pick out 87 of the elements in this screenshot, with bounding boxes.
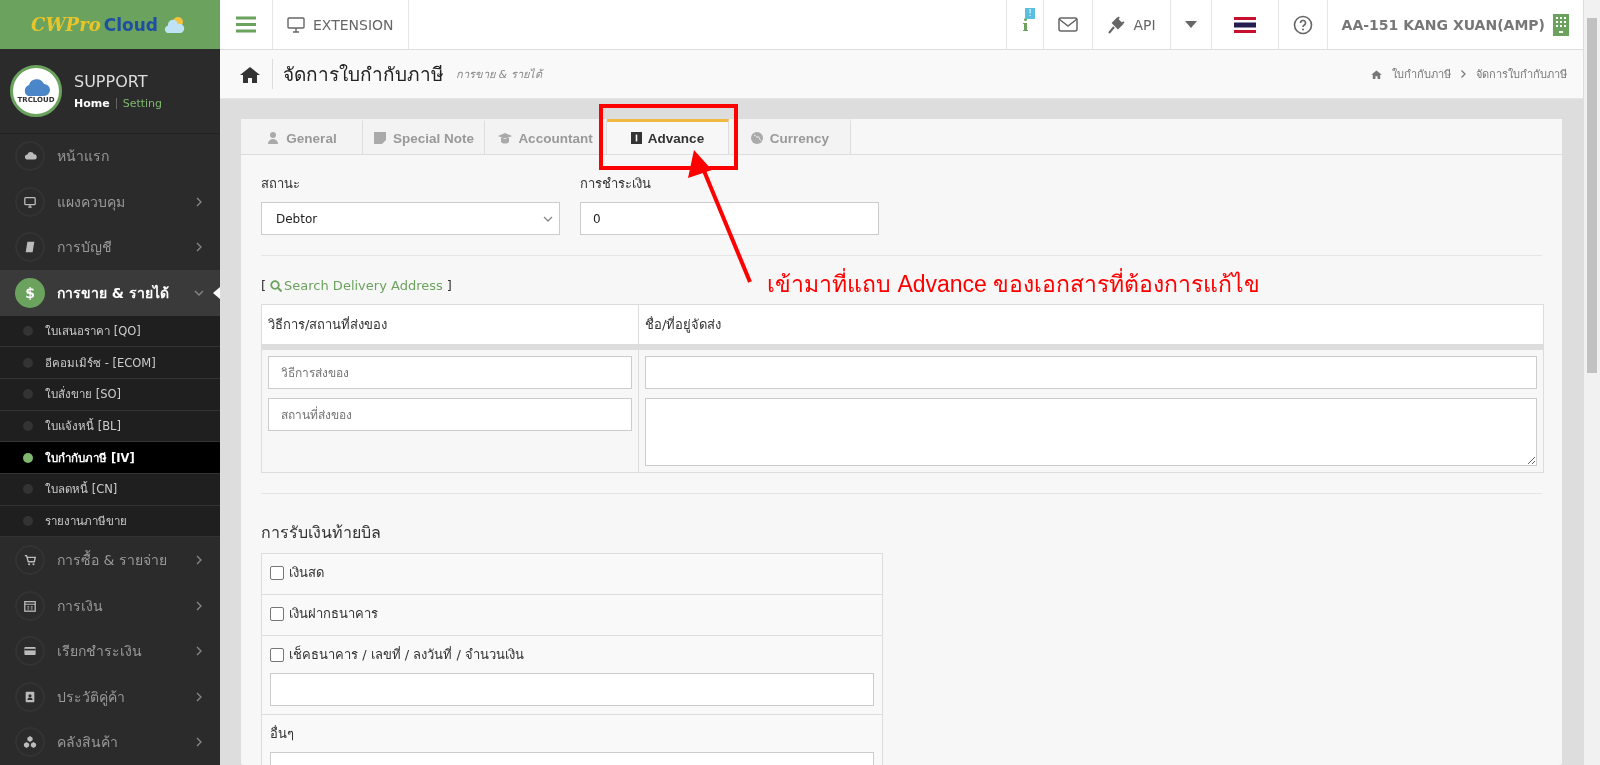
search-delivery-link[interactable]: Search Delivery Address (270, 278, 443, 293)
person-icon (266, 131, 281, 145)
menu-icon (15, 727, 45, 758)
option-label: เงินฝากธนาคาร (289, 605, 378, 623)
submenu-item[interactable]: ใบเสนอราคา [QO] (0, 315, 220, 348)
sidebar-item[interactable]: $ การขาย & รายได้ (0, 270, 220, 316)
search-icon (270, 279, 283, 292)
submenu-item[interactable]: ใบลดหนี้ [CN] (0, 474, 220, 506)
dollar-icon: $ (15, 277, 45, 308)
notification-badge: ! (1025, 8, 1035, 19)
building-icon (1553, 13, 1569, 36)
caret-icon (1184, 21, 1197, 28)
menu-icon (15, 590, 45, 621)
chevron-icon (194, 691, 204, 702)
menu-icon (15, 141, 45, 172)
info-icon (1022, 18, 1028, 31)
submenu-item[interactable]: ใบแจ้งหนี้ [BL] (0, 410, 220, 443)
monitor-icon (287, 16, 305, 33)
address-field[interactable] (645, 398, 1537, 466)
sidebar-item[interactable]: เรียกชำระเงิน (0, 628, 220, 674)
annotation-text: เข้ามาที่แถบ Advance ของเอกสารที่ต้องการแก้ไข (767, 266, 1261, 302)
submenu-item[interactable]: รายงานภาษีขาย (0, 505, 220, 538)
home-link[interactable]: Home (74, 97, 110, 111)
field-label: การชำระเงิน (580, 175, 652, 193)
menu-icon (236, 16, 256, 33)
graduation-cap-icon (498, 131, 513, 145)
home-icon[interactable] (240, 65, 260, 83)
chevron-icon (194, 196, 204, 207)
menu-icon (15, 186, 45, 217)
note-icon (373, 131, 387, 145)
api-button[interactable]: API (1093, 0, 1171, 49)
field-label: สถานะ (261, 175, 301, 193)
menu-icon (15, 681, 45, 712)
sidebar-item[interactable]: การบัญชี (0, 224, 220, 271)
submenu-item[interactable]: ใบสั่งขาย [SO] (0, 379, 220, 411)
setting-link[interactable]: Setting (122, 97, 163, 111)
info-icon (630, 132, 642, 144)
sidebar-item[interactable]: แผงควบคุม (0, 179, 220, 225)
app-logo[interactable]: CWPro Cloud (0, 0, 220, 50)
extension-button[interactable]: EXTENSION (273, 0, 409, 49)
scrollbar[interactable] (1583, 0, 1600, 765)
breadcrumb-link[interactable]: ใบกำกับภาษี (1392, 65, 1451, 83)
chevron-icon (194, 242, 204, 253)
input-field[interactable] (270, 673, 874, 706)
page-title: จัดการใบกำกับภาษี (272, 59, 444, 89)
bracket: ] (446, 278, 452, 293)
option-label: เช็คธนาคาร / เลขที่ / ลงวันที่ / จำนวนเงิน (289, 644, 524, 664)
user-name: SUPPORT (74, 72, 149, 92)
bracket: [ (261, 278, 267, 293)
submenu-item[interactable]: อีคอมเมิร์ซ - [ECOM] (0, 347, 220, 379)
breadcrumb-link[interactable]: จัดการใบกำกับภาษี (1476, 65, 1567, 83)
chevron-icon (194, 737, 204, 748)
checkbox[interactable] (270, 606, 284, 621)
chevron-icon (194, 555, 204, 566)
plug-icon (1107, 15, 1126, 34)
sidebar-item[interactable]: การซื้อ & รายจ่าย (0, 537, 220, 583)
menu-icon (15, 545, 45, 576)
chevron-icon (1461, 70, 1466, 78)
input-field[interactable] (645, 356, 1537, 389)
page-subtitle: การขาย & รายได้ (456, 67, 542, 83)
menu-icon (15, 232, 45, 263)
sidebar-item[interactable]: คลังสินค้า (0, 719, 220, 765)
section-title: การรับเงินท้ายบิล (261, 522, 382, 544)
flag-icon (1233, 16, 1256, 33)
help-icon (1292, 14, 1313, 35)
sidebar-item[interactable]: การเงิน (0, 582, 220, 629)
input-field[interactable]: วิธีการส่งของ (268, 356, 632, 389)
tab[interactable]: Special Note (363, 119, 485, 154)
checkbox[interactable] (270, 647, 284, 662)
input-field[interactable]: สถานที่ส่งของ (268, 398, 632, 431)
active-indicator (213, 287, 220, 300)
user-menu[interactable]: AA-151 KANG XUAN(AMP) (1327, 0, 1583, 49)
sidebar-item[interactable]: หน้าแรก (0, 133, 220, 180)
sidebar-item[interactable]: ประวัติคู่ค้า (0, 673, 220, 720)
payment-field[interactable]: 0 (580, 202, 879, 235)
tab[interactable]: Advance (607, 119, 729, 154)
globe-icon (749, 131, 764, 145)
home-icon (1371, 69, 1382, 79)
menu-icon (15, 636, 45, 667)
checkbox[interactable] (270, 565, 284, 580)
submenu-item[interactable]: ใบกำกับภาษี [IV] (0, 442, 220, 475)
status-select[interactable]: Debtor (261, 202, 560, 235)
chevron-icon (194, 646, 204, 657)
option-label: เงินสด (289, 564, 324, 582)
chevron-icon (194, 600, 204, 611)
envelope-icon (1058, 17, 1079, 32)
option-label: อื่นๆ (270, 724, 295, 743)
